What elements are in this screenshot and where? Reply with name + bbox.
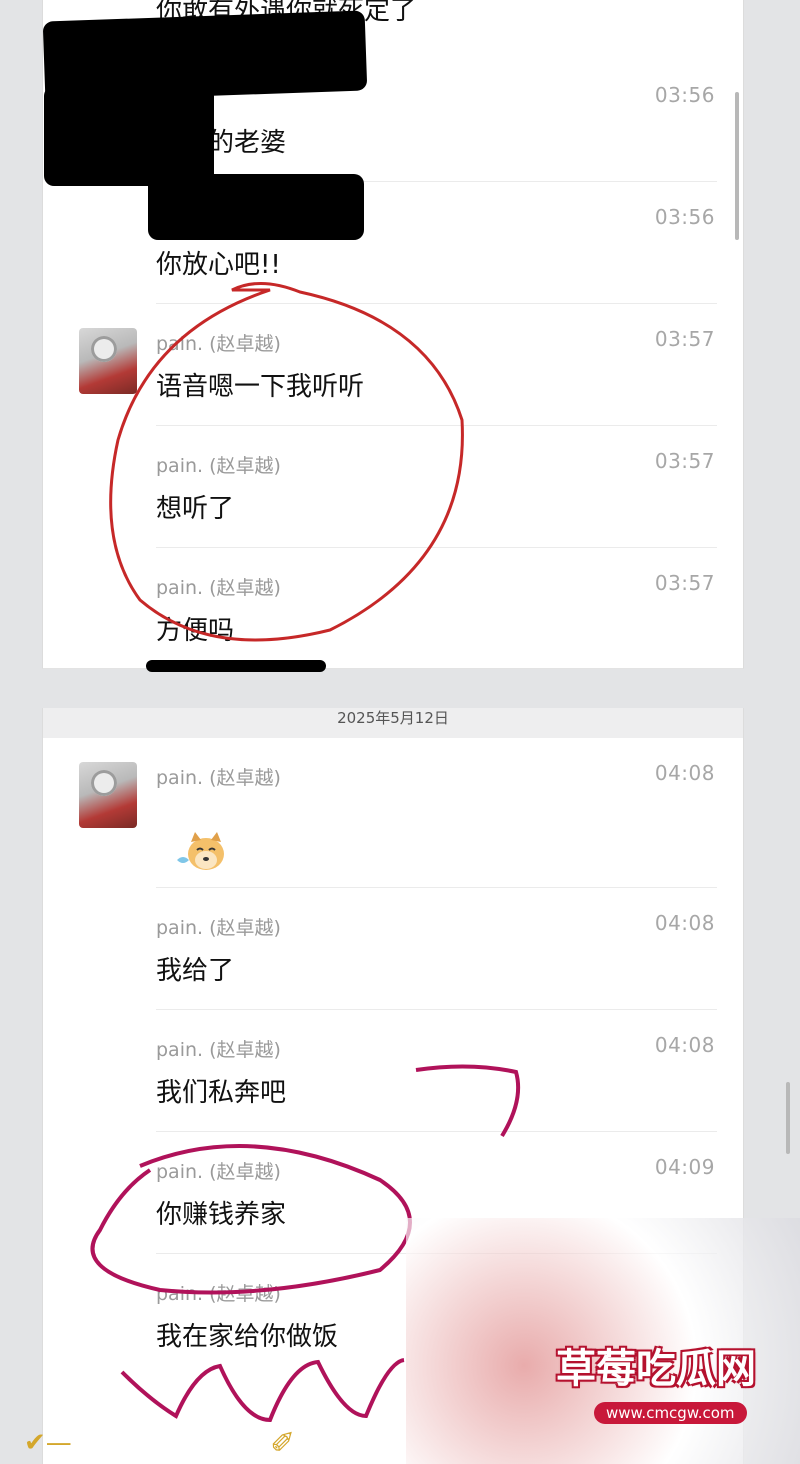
message-time: 03:56 <box>654 205 715 229</box>
date-divider: 2025年5月12日 <box>43 708 743 738</box>
date-divider-text: 2025年5月12日 <box>337 709 449 727</box>
avatar[interactable] <box>79 762 137 828</box>
watermark-url: www.cmcgw.com <box>594 1402 747 1424</box>
message-text: 我们私奔吧 <box>156 1078 287 1108</box>
sender-name: pain. (赵卓越) <box>156 333 281 355</box>
message-time: 04:08 <box>654 911 715 935</box>
sender-name: pain. (赵卓越) <box>156 577 281 599</box>
paperclip-icon[interactable]: ✐ <box>270 1426 295 1461</box>
message-row[interactable]: pain. (赵卓越) 03:57 语音嗯一下我听听 <box>43 304 743 426</box>
redaction-mark <box>44 86 214 186</box>
checkmark-icon[interactable]: ✔︎— <box>24 1428 72 1458</box>
message-time: 03:57 <box>654 571 715 595</box>
sender-name: pain. (赵卓越) <box>156 1161 281 1183</box>
message-text: 语音嗯一下我听听 <box>156 372 365 402</box>
message-time: 04:08 <box>654 761 715 785</box>
message-text: 我在家给你做饭 <box>156 1322 339 1352</box>
message-time: 04:09 <box>654 1155 715 1179</box>
sender-name: pain. (赵卓越) <box>156 1039 281 1061</box>
message-time: 03:57 <box>654 449 715 473</box>
message-time: 04:08 <box>654 1033 715 1057</box>
message-text: 你赚钱养家 <box>156 1200 287 1230</box>
message-row[interactable]: pain. (赵卓越) 04:08 我们私奔吧 <box>43 1010 743 1132</box>
sender-name: pain. (赵卓越) <box>156 455 281 477</box>
scrollbar-thumb[interactable] <box>735 92 739 240</box>
message-text: 方便吗 <box>156 616 235 646</box>
message-row[interactable]: pain. (赵卓越) 04:08 我给了 <box>43 888 743 1010</box>
crying-dog-sticker-icon[interactable] <box>173 830 229 876</box>
redaction-mark <box>146 660 326 672</box>
message-row[interactable]: pain. (赵卓越) 03:57 方便吗 <box>43 548 743 670</box>
message-row[interactable]: pain. (赵卓越) 03:57 想听了 <box>43 426 743 548</box>
message-time: 03:56 <box>654 83 715 107</box>
watermark: 草莓吃瓜网 www.cmcgw.com <box>406 1218 800 1464</box>
message-text: 我给了 <box>156 956 235 986</box>
page-scrollbar-thumb[interactable] <box>786 1082 790 1154</box>
avatar[interactable] <box>79 328 137 394</box>
sender-name: pain. (赵卓越) <box>156 917 281 939</box>
sender-name: pain. (赵卓越) <box>156 1283 281 1305</box>
message-text: 你放心吧!! <box>156 250 281 280</box>
redaction-mark <box>148 174 364 240</box>
message-text: 想听了 <box>156 494 235 524</box>
message-time: 03:57 <box>654 327 715 351</box>
sender-name: pain. (赵卓越) <box>156 767 281 789</box>
watermark-title: 草莓吃瓜网 <box>556 1346 756 1392</box>
message-row[interactable]: pain. (赵卓越) 04:08 <box>43 738 743 888</box>
